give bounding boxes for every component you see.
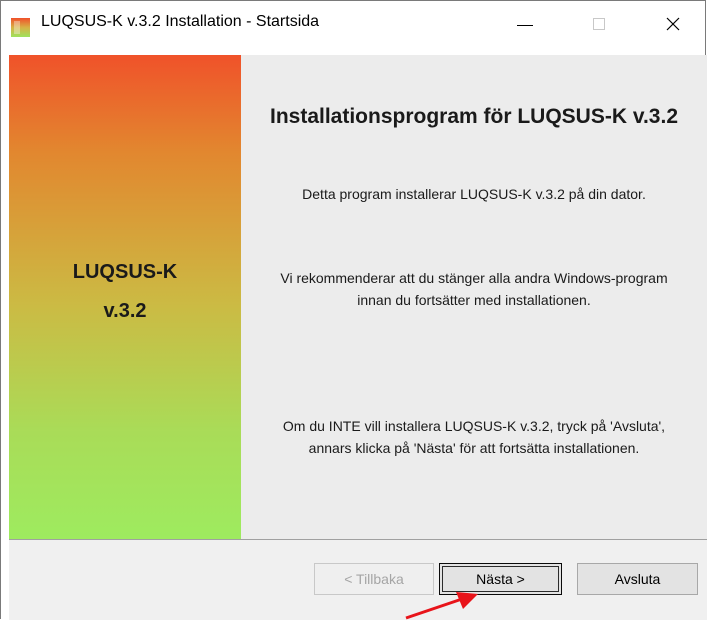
annotation-arrow-icon	[405, 592, 478, 620]
side-banner: LUQSUS-K v.3.2	[9, 55, 241, 539]
install-description: Detta program installerar LUQSUS-K v.3.2…	[302, 186, 646, 202]
minimize-button[interactable]	[497, 1, 553, 47]
page-title: Installationsprogram för LUQSUS-K v.3.2	[269, 105, 678, 128]
button-bar: < Tillbaka Nästa > Avsluta	[9, 540, 707, 620]
close-programs-advice: Vi rekommenderar att du stänger alla and…	[280, 270, 668, 308]
title-bar[interactable]: LUQSUS-K v.3.2 Installation - Startsida	[1, 1, 705, 47]
banner-version: v.3.2	[103, 300, 147, 322]
maximize-icon	[593, 18, 605, 30]
banner-product-name: LUQSUS-K	[72, 261, 178, 283]
cancel-button[interactable]: Avsluta	[577, 563, 698, 595]
installer-window: LUQSUS-K v.3.2 Installation - Startsida …	[0, 0, 707, 620]
minimize-icon	[517, 24, 533, 26]
window-title: LUQSUS-K v.3.2 Installation - Startsida	[41, 13, 320, 30]
app-icon	[11, 18, 30, 37]
welcome-panel: Installationsprogram för LUQSUS-K v.3.2 …	[241, 55, 707, 539]
close-button[interactable]	[645, 1, 701, 47]
maximize-button[interactable]	[571, 1, 627, 47]
close-icon	[666, 17, 680, 31]
continue-instructions: Om du INTE vill installera LUQSUS-K v.3.…	[282, 418, 666, 456]
